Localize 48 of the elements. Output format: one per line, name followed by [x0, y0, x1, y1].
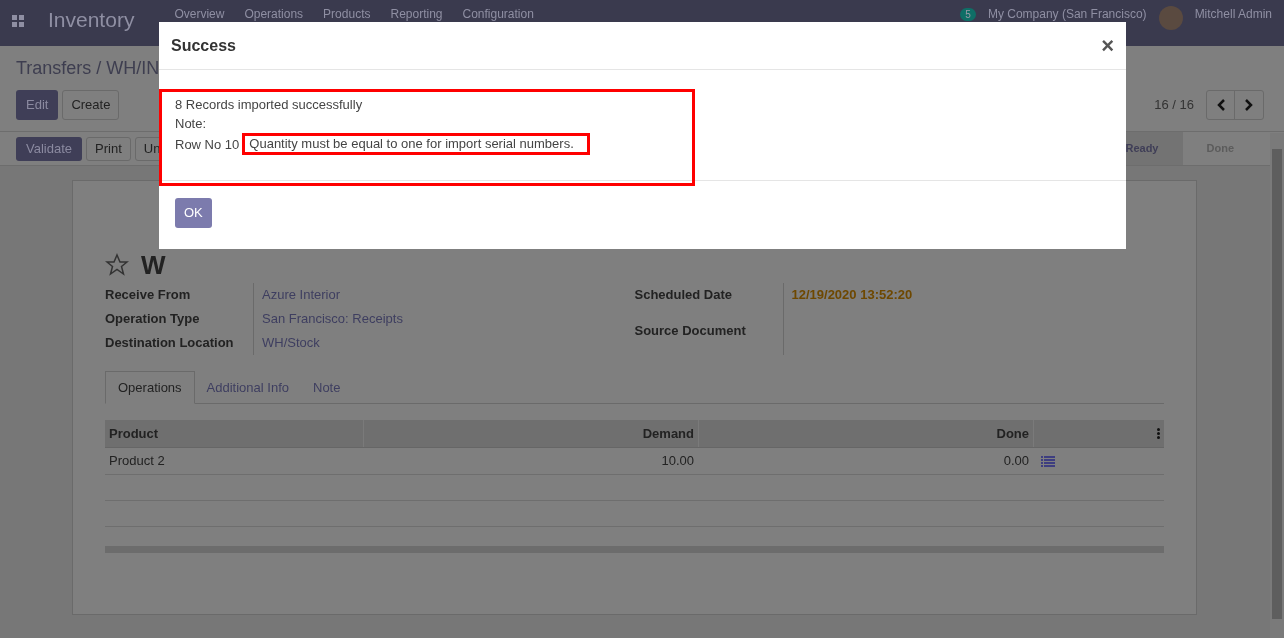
- create-button[interactable]: Create: [62, 90, 120, 120]
- table-cell-text: 10.00: [660, 452, 695, 471]
- list-icon[interactable]: [1041, 455, 1055, 467]
- field-label: Receive From: [105, 286, 192, 304]
- column-header[interactable]: Done: [698, 420, 1033, 447]
- dialog-text: 8 Records imported successfully: [175, 96, 364, 114]
- pager: 16 / 16: [1154, 96, 1194, 115]
- app-title: Inventory: [48, 7, 135, 33]
- star-icon[interactable]: [105, 253, 129, 277]
- field-value[interactable]: 12/19/2020 13:52:20: [791, 287, 913, 302]
- table-cell-text: Product 2: [108, 452, 166, 471]
- column-header[interactable]: Product: [105, 423, 363, 444]
- field-label: Destination Location: [105, 334, 235, 352]
- menu-link[interactable]: Operations: [244, 8, 304, 20]
- user-name[interactable]: Mitchell Admin: [1194, 0, 1272, 28]
- scrollbar-thumb[interactable]: [1272, 149, 1282, 619]
- apps-grid-icon[interactable]: [12, 15, 24, 27]
- field-value[interactable]: Azure Interior: [262, 287, 341, 302]
- chevron-left-icon: [1215, 99, 1226, 111]
- form-tab[interactable]: Additional Info: [194, 371, 301, 404]
- table-cell-text: 0.00: [1002, 452, 1030, 471]
- message-count-badge[interactable]: 5: [960, 8, 976, 21]
- close-button[interactable]: ×: [1101, 34, 1114, 57]
- field-label: Source Document: [634, 322, 747, 340]
- field-value[interactable]: WH/Stock: [262, 335, 320, 350]
- dialog-text: Note:: [175, 115, 208, 133]
- menu-link[interactable]: Products: [323, 8, 371, 20]
- edit-button[interactable]: Edit: [16, 90, 59, 120]
- error-message: Quantity must be equal to one for import serial numbers.: [242, 133, 591, 155]
- menu-link[interactable]: Overview: [174, 8, 225, 20]
- record-title: W: [141, 251, 166, 279]
- field-value[interactable]: San Francisco: Receipts: [262, 311, 403, 326]
- form-tab[interactable]: Operations: [105, 371, 195, 404]
- menu-link[interactable]: Configuration: [462, 8, 534, 20]
- field-label: Scheduled Date: [634, 286, 734, 304]
- column-header[interactable]: Demand: [363, 420, 698, 447]
- row-label: Row No 10: [175, 135, 240, 154]
- menu-link[interactable]: Reporting: [390, 8, 443, 20]
- chevron-right-icon: [1244, 99, 1254, 111]
- field-label: Operation Type: [105, 310, 201, 328]
- company-name[interactable]: My Company (San Francisco): [987, 8, 1147, 20]
- dialog-title: Success: [171, 35, 236, 56]
- action-button[interactable]: Validate: [16, 136, 82, 161]
- action-button[interactable]: Print: [86, 136, 131, 161]
- form-tab[interactable]: Note: [301, 371, 353, 404]
- kebab-menu-icon[interactable]: [1157, 428, 1160, 439]
- breadcrumb: Transfers / WH/IN: [16, 57, 161, 80]
- ok-button[interactable]: OK: [175, 198, 212, 228]
